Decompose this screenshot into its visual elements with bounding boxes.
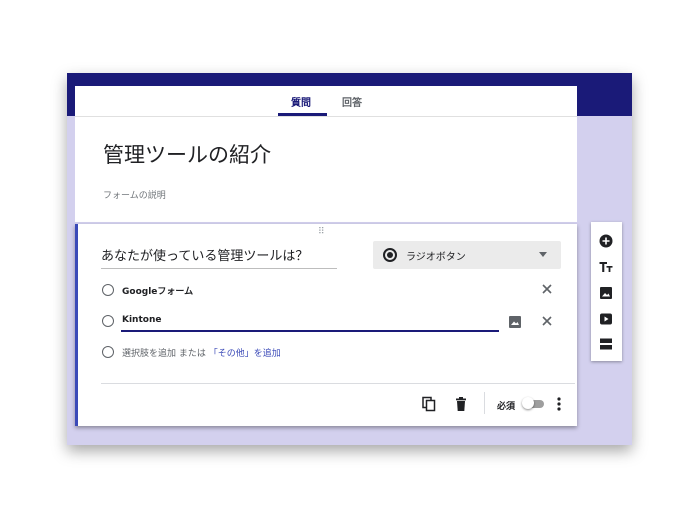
tab-bar: 質問 回答 xyxy=(75,86,577,117)
form-description-input[interactable]: フォームの説明 xyxy=(103,188,166,201)
active-tab-indicator xyxy=(278,113,327,116)
remove-option-icon[interactable] xyxy=(540,282,554,296)
add-option-row: 選択肢を追加 または 「その他」を追加 xyxy=(102,344,542,364)
add-image-icon[interactable] xyxy=(598,285,614,301)
toggle-knob xyxy=(522,397,534,409)
question-title-input[interactable]: あなたが使っている管理ツールは？ xyxy=(101,246,337,269)
drag-handle-icon[interactable]: ⠿ xyxy=(318,227,325,237)
required-toggle[interactable] xyxy=(522,397,546,410)
form-title-input[interactable]: 管理ツールの紹介 xyxy=(103,139,271,169)
required-label: 必須 xyxy=(497,402,516,412)
question-card[interactable]: ⠿ あなたが使っている管理ツールは？ ラジオボタン Googleフォーム Kin… xyxy=(75,224,577,426)
active-card-indicator xyxy=(75,224,78,426)
add-option-button[interactable]: 選択肢を追加 xyxy=(122,349,176,359)
radio-button-icon xyxy=(383,248,397,262)
add-video-icon[interactable] xyxy=(598,311,614,327)
option-radio-icon xyxy=(102,346,114,358)
option-item: Googleフォーム xyxy=(102,282,542,302)
trash-icon[interactable] xyxy=(453,396,469,412)
form-title-card: 管理ツールの紹介 フォームの説明 xyxy=(75,117,577,222)
option-radio-icon xyxy=(102,315,114,327)
chevron-down-icon xyxy=(539,252,547,257)
question-type-dropdown[interactable]: ラジオボタン xyxy=(373,241,561,269)
add-section-icon[interactable] xyxy=(598,336,614,352)
option-text-input[interactable]: Googleフォーム xyxy=(122,284,193,297)
add-question-icon[interactable] xyxy=(598,233,614,249)
card-footer-divider xyxy=(101,383,575,384)
question-type-label: ラジオボタン xyxy=(406,252,466,263)
active-input-underline xyxy=(121,330,499,332)
option-text-input[interactable]: Kintone xyxy=(122,315,161,325)
side-toolbar xyxy=(591,222,622,361)
option-radio-icon xyxy=(102,284,114,296)
add-other-link[interactable]: 「その他」を追加 xyxy=(209,349,281,359)
add-title-icon[interactable] xyxy=(598,259,614,275)
more-vert-icon[interactable] xyxy=(554,396,564,412)
remove-option-icon[interactable] xyxy=(540,314,554,328)
add-image-icon[interactable] xyxy=(508,314,522,328)
or-text: または xyxy=(178,349,206,359)
add-option-text: 選択肢を追加 または 「その他」を追加 xyxy=(122,346,281,359)
tab-responses[interactable]: 回答 xyxy=(342,94,362,109)
footer-vertical-divider xyxy=(484,392,485,414)
tab-questions[interactable]: 質問 xyxy=(291,94,311,109)
copy-icon[interactable] xyxy=(421,396,437,412)
